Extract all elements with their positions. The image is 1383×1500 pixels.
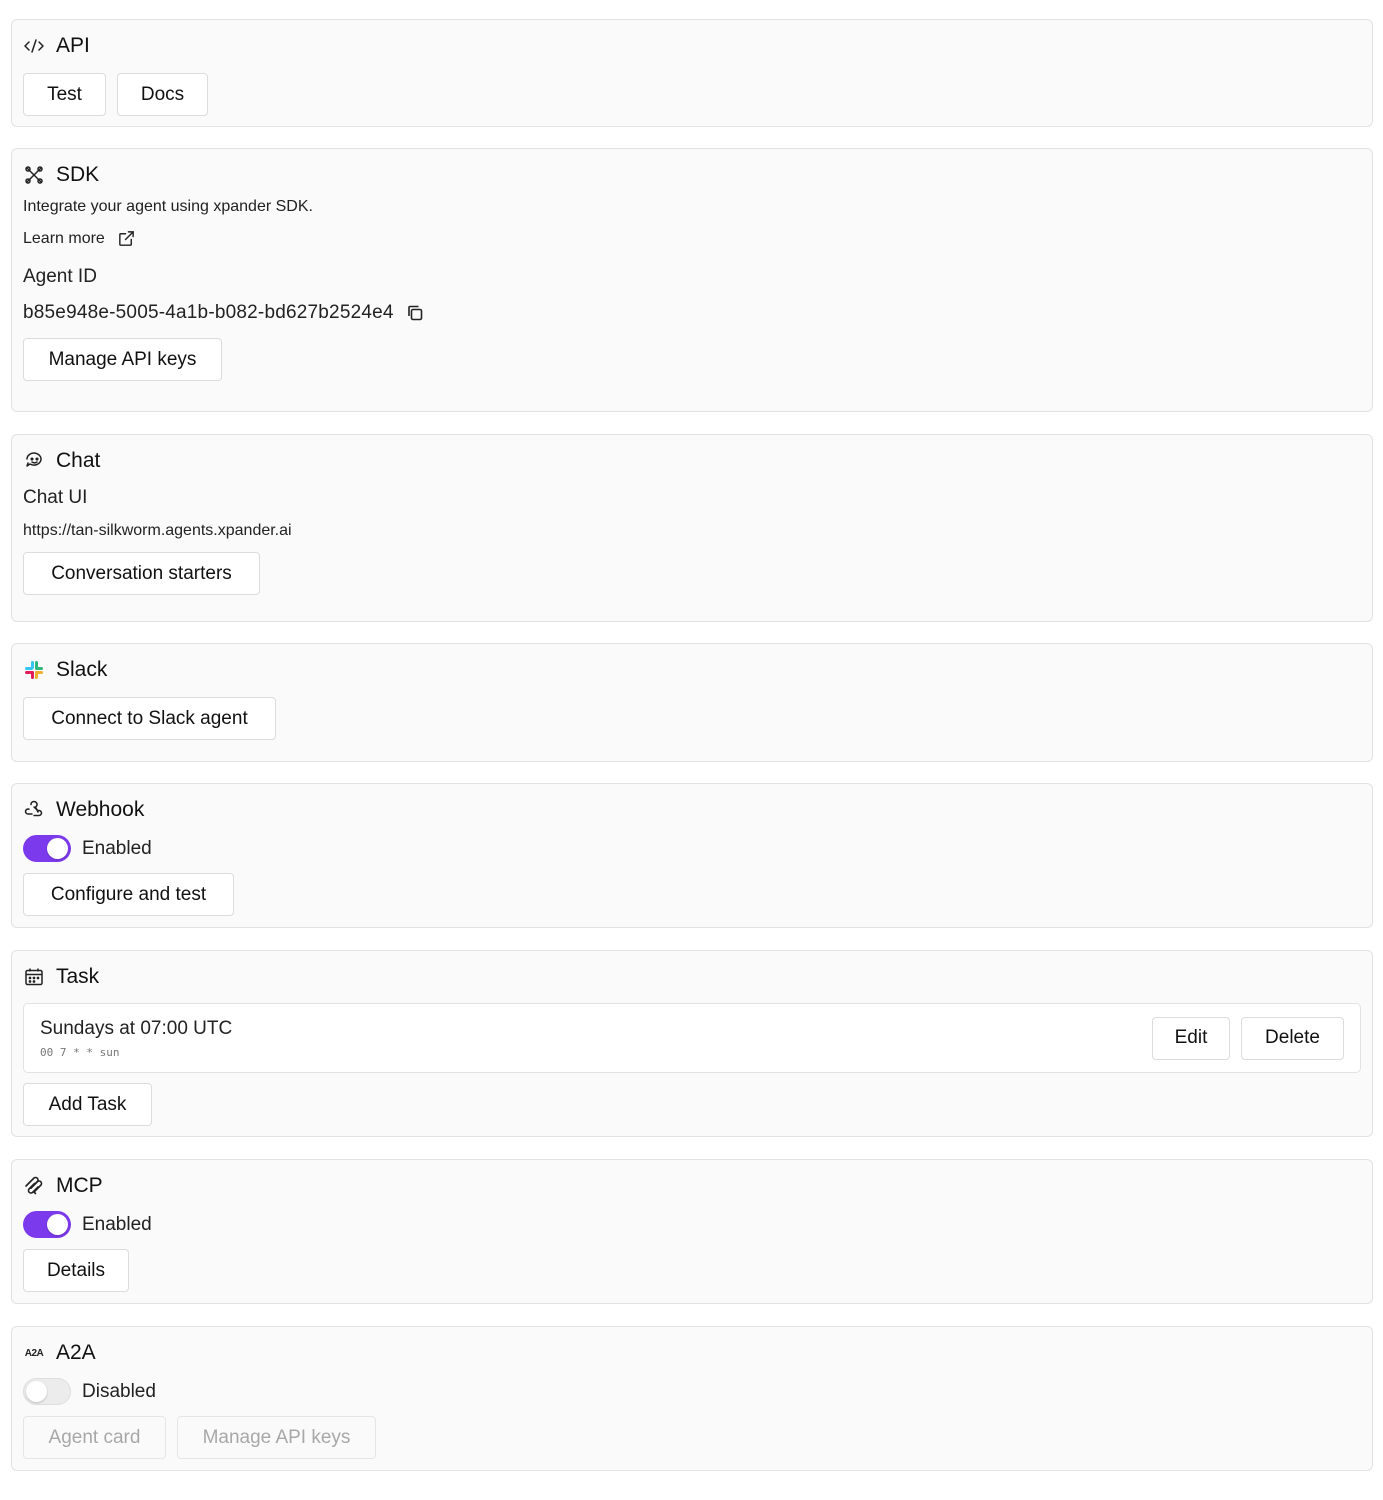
task-info: Sundays at 07:00 UTC 00 7 * * sun	[40, 1018, 232, 1059]
task-delete-button[interactable]: Delete	[1241, 1016, 1344, 1060]
toggle-knob	[47, 1214, 68, 1235]
chat-bot-icon	[23, 450, 45, 472]
api-card: API Test Docs	[11, 19, 1373, 127]
chat-ui-label: Chat UI	[23, 487, 88, 508]
sdk-manage-api-keys-button[interactable]: Manage API keys	[23, 338, 222, 381]
a2a-icon-text: A2A	[24, 1347, 44, 1359]
mcp-icon	[23, 1175, 45, 1197]
configure-and-test-button[interactable]: Configure and test	[23, 873, 234, 916]
toggle-knob	[47, 838, 68, 859]
a2a-status: Disabled	[82, 1380, 156, 1402]
learn-more-label: Learn more	[23, 229, 105, 247]
mcp-header: MCP	[23, 1172, 1361, 1200]
api-header: API	[23, 32, 1361, 60]
webhook-status: Enabled	[82, 837, 152, 859]
add-task-button[interactable]: Add Task	[23, 1083, 152, 1126]
webhook-icon	[23, 799, 45, 821]
api-test-button[interactable]: Test	[23, 73, 106, 116]
a2a-header: A2A A2A	[23, 1339, 1361, 1367]
agent-id-value: b85e948e-5005-4a1b-b082-bd627b2524e4	[23, 302, 394, 323]
connect-slack-button[interactable]: Connect to Slack agent	[23, 697, 276, 740]
chat-card: Chat Chat UI https://tan-silkworm.agents…	[11, 434, 1373, 622]
chat-url[interactable]: https://tan-silkworm.agents.xpander.ai	[23, 522, 1361, 540]
chat-header: Chat	[23, 447, 1361, 475]
agent-card-button[interactable]: Agent card	[23, 1416, 166, 1459]
sdk-icon	[23, 164, 45, 186]
api-title: API	[56, 34, 90, 57]
task-edit-button[interactable]: Edit	[1152, 1016, 1230, 1060]
sdk-description: Integrate your agent using xpander SDK.	[23, 198, 313, 215]
external-link-icon	[117, 229, 136, 248]
mcp-card: MCP Enabled Details	[11, 1159, 1373, 1304]
api-docs-button[interactable]: Docs	[117, 73, 208, 116]
sdk-title: SDK	[56, 163, 100, 186]
task-row: Sundays at 07:00 UTC 00 7 * * sun Edit D…	[23, 1003, 1361, 1073]
webhook-toggle[interactable]	[23, 835, 71, 862]
code-icon	[23, 35, 45, 57]
toggle-knob	[26, 1381, 47, 1402]
learn-more-link[interactable]: Learn more	[23, 229, 136, 248]
task-title: Task	[56, 965, 100, 988]
chat-title: Chat	[56, 449, 101, 472]
slack-title: Slack	[56, 658, 108, 681]
sdk-header: SDK	[23, 161, 1361, 189]
task-card: Task Sundays at 07:00 UTC 00 7 * * sun E…	[11, 950, 1373, 1137]
task-schedule: Sundays at 07:00 UTC	[40, 1017, 233, 1039]
agent-id-label: Agent ID	[23, 266, 97, 287]
task-header: Task	[23, 963, 1361, 991]
mcp-toggle[interactable]	[23, 1211, 71, 1238]
webhook-card: Webhook Enabled Configure and test	[11, 783, 1373, 928]
mcp-title: MCP	[56, 1174, 103, 1197]
conversation-starters-button[interactable]: Conversation starters	[23, 552, 260, 595]
slack-card: Slack Connect to Slack agent	[11, 643, 1373, 762]
copy-icon[interactable]	[406, 304, 424, 322]
a2a-toggle[interactable]	[23, 1378, 71, 1405]
task-cron: 00 7 * * sun	[40, 1045, 120, 1059]
sdk-card: SDK Integrate your agent using xpander S…	[11, 148, 1373, 412]
mcp-details-button[interactable]: Details	[23, 1249, 129, 1292]
mcp-status: Enabled	[82, 1213, 152, 1235]
a2a-icon: A2A	[23, 1342, 45, 1364]
slack-icon	[23, 659, 45, 681]
webhook-header: Webhook	[23, 796, 1361, 824]
a2a-card: A2A A2A Disabled Agent card Manage API k…	[11, 1326, 1373, 1471]
a2a-manage-api-keys-button[interactable]: Manage API keys	[177, 1416, 376, 1459]
calendar-icon	[23, 966, 45, 988]
a2a-title: A2A	[56, 1341, 96, 1364]
webhook-title: Webhook	[56, 798, 145, 821]
task-actions: Edit Delete	[1152, 1016, 1344, 1060]
slack-header: Slack	[23, 656, 1361, 684]
